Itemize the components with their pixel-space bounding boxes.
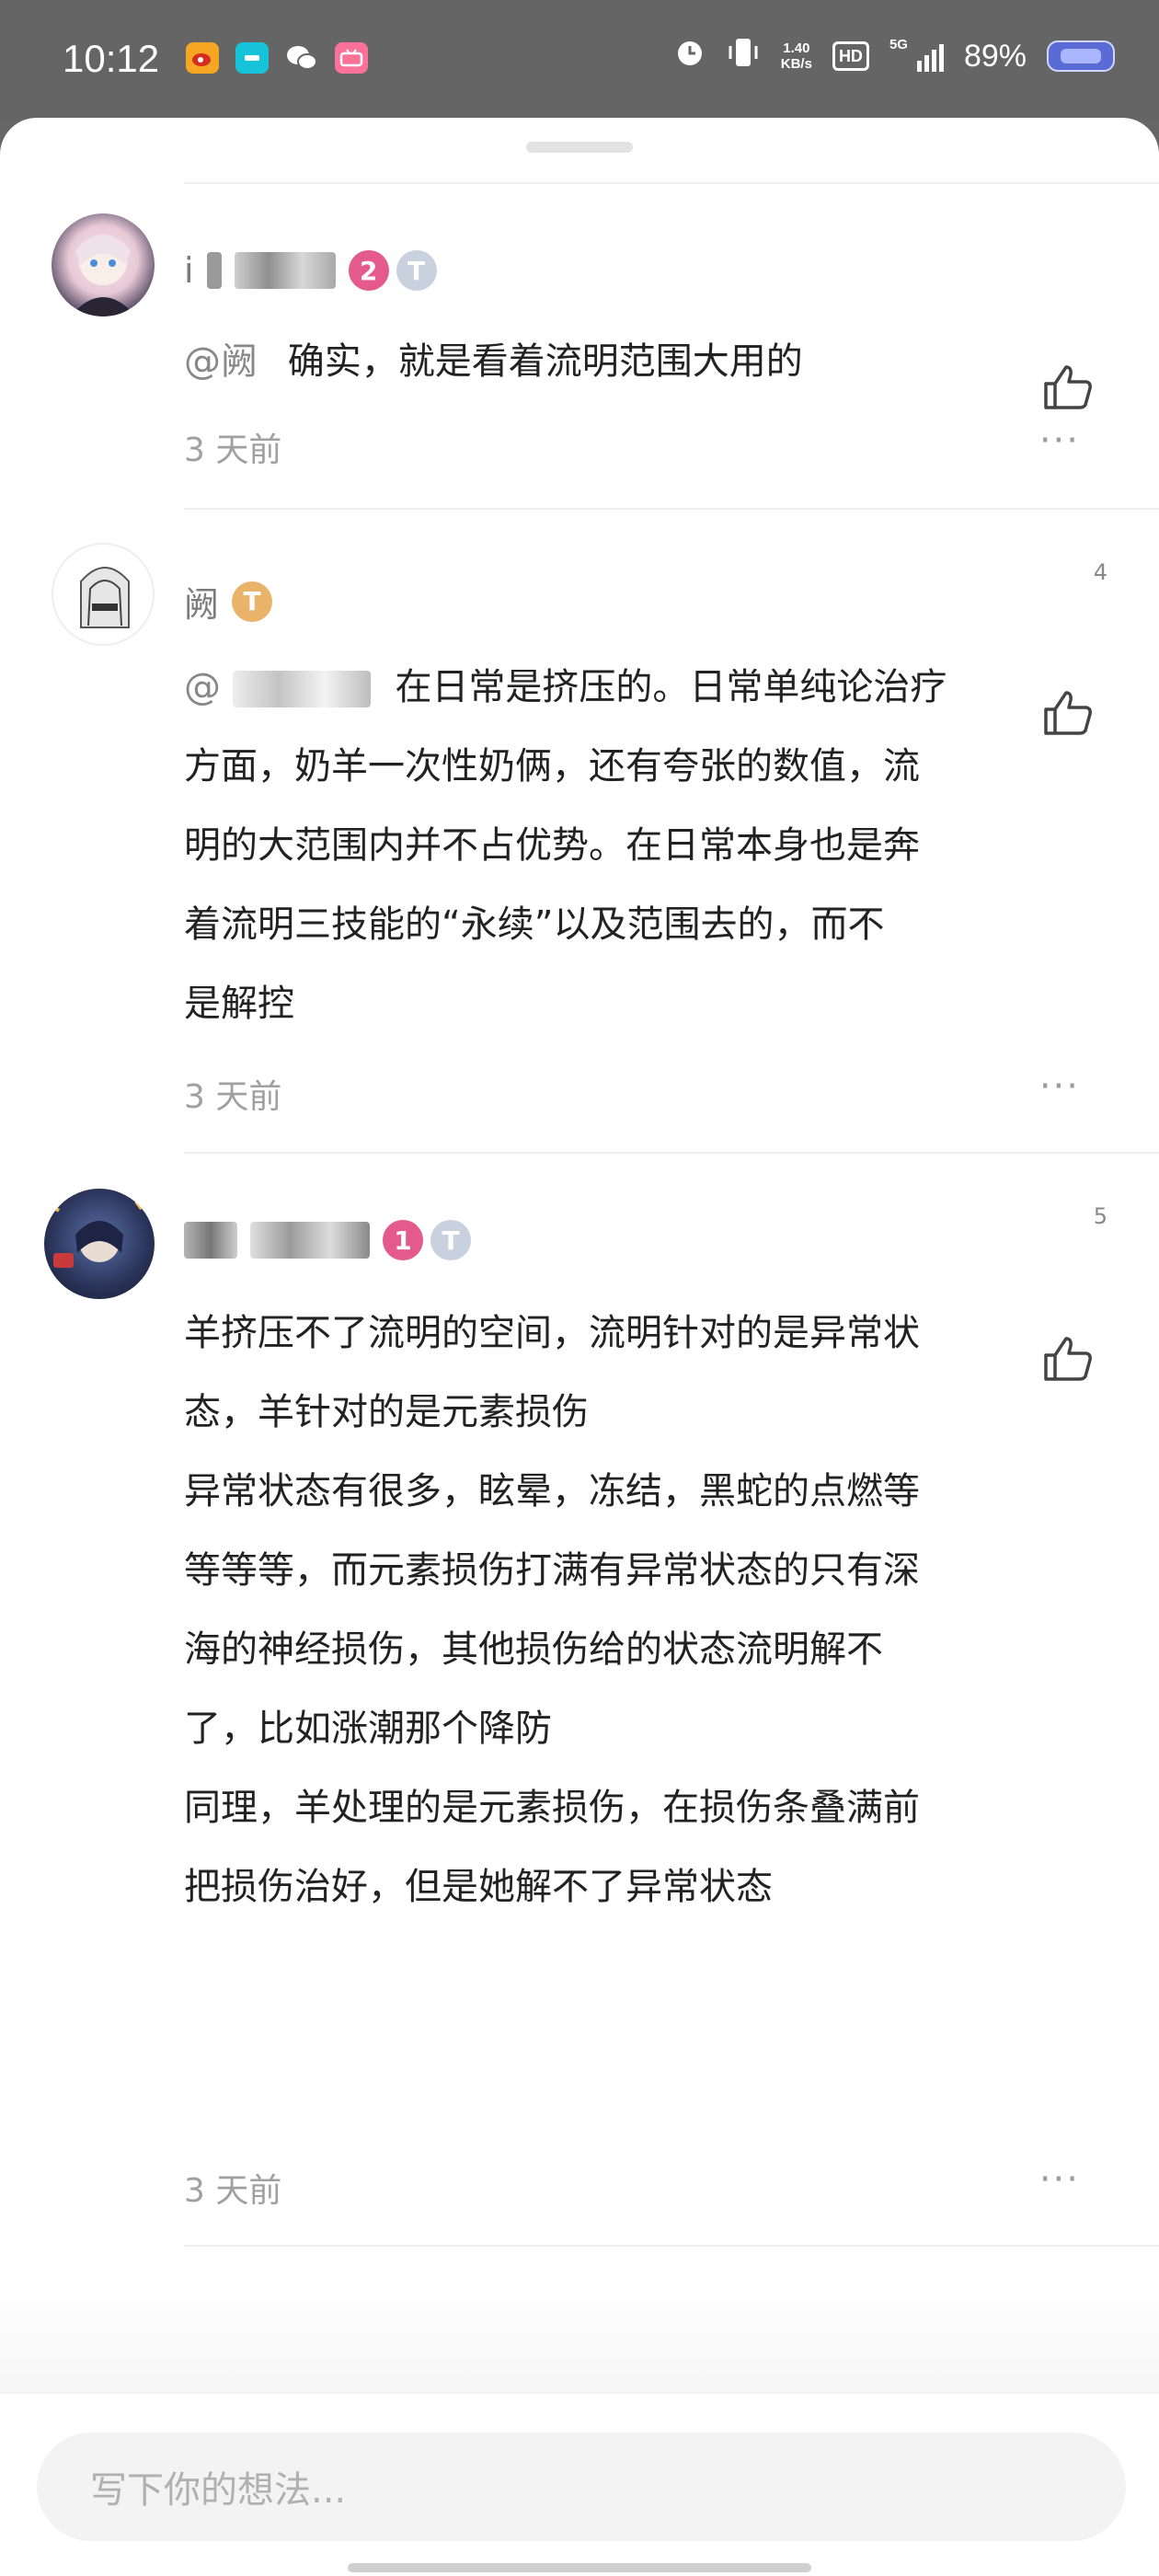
comments-sheet: i 2 T @阙 确实，就是看着流明范围大用的 3 天前 ··· 阙 T 4 @… xyxy=(0,118,1159,2576)
comment-time: 3 天前 xyxy=(184,431,282,469)
divider xyxy=(184,182,1159,184)
blurred-username xyxy=(250,1222,370,1259)
comment-header: 阙 T xyxy=(184,576,273,627)
drag-handle[interactable] xyxy=(526,142,633,153)
home-indicator[interactable] xyxy=(348,2563,811,2572)
level-badge: 1 xyxy=(383,1220,423,1260)
divider xyxy=(184,2245,1159,2247)
blurred-username xyxy=(234,252,336,289)
comment-input-bar: 写下你的想法... xyxy=(0,2392,1159,2576)
comment-line: 同理，羊处理的是元素损伤，在损伤条叠满前 xyxy=(184,1787,920,1829)
comment-text: @ 在日常是挤压的。日常单纯论治疗 方面，奶羊一次性奶俩，还有夸张的数值，流 明… xyxy=(184,648,1104,1043)
battery-icon xyxy=(1047,40,1115,72)
tier-value: T xyxy=(243,586,261,616)
network-type: 5G xyxy=(889,37,908,52)
comment-line: @ 在日常是挤压的。日常单纯论治疗 xyxy=(184,648,1104,727)
network-speed: 1.40 KB/s xyxy=(781,40,812,72)
notification-icons xyxy=(186,42,368,74)
comment-line: 把损伤治好，但是她解不了异常状态 xyxy=(184,1866,773,1908)
comment-time: 3 天前 xyxy=(184,2172,282,2210)
bilibili-icon xyxy=(335,42,368,74)
mention[interactable]: @阙 xyxy=(184,340,258,383)
more-options-icon[interactable]: ··· xyxy=(1039,2158,1080,2201)
divider xyxy=(184,508,1159,510)
blurred-username xyxy=(206,252,222,289)
tier-value: T xyxy=(407,255,426,286)
comment-text: 羊挤压不了流明的空间，流明针对的是异常状 态，羊针对的是元素损伤 异常状态有很多… xyxy=(184,1294,1104,1926)
comment-body: 确实，就是看着流明范围大用的 xyxy=(287,340,803,383)
comment-input[interactable]: 写下你的想法... xyxy=(37,2432,1126,2541)
divider xyxy=(184,1152,1159,1154)
weibo-icon xyxy=(186,42,219,74)
status-time: 10:12 xyxy=(63,37,160,80)
comment-line: 异常状态有很多，眩晕，冻结，黑蛇的点燃等 xyxy=(184,1470,920,1512)
like-count: 5 xyxy=(1093,1203,1107,1229)
comment-line: 海的神经损伤，其他损伤给的状态流明解不 xyxy=(184,1628,883,1671)
avatar[interactable] xyxy=(52,543,155,646)
comment-line: 方面，奶羊一次性奶俩，还有夸张的数值，流 xyxy=(184,745,920,788)
comment-input-placeholder: 写下你的想法... xyxy=(90,2469,347,2512)
comment-header: 1 T xyxy=(184,1220,471,1260)
level-value: 2 xyxy=(359,255,378,286)
signal-icon: 5G xyxy=(889,37,944,72)
username[interactable]: 阙 xyxy=(184,576,219,627)
comment-line: 明的大范围内并不占优势。在日常本身也是奔 xyxy=(184,824,920,867)
comment-line: 羊挤压不了流明的空间，流明针对的是异常状 xyxy=(184,1312,920,1354)
comment-header: i 2 T xyxy=(184,250,437,291)
mention[interactable]: @ xyxy=(184,666,221,708)
comment-line: 等等等，而元素损伤打满有异常状态的只有深 xyxy=(184,1549,920,1592)
avatar[interactable] xyxy=(52,213,155,316)
comment-text: @阙 确实，就是看着流明范围大用的 xyxy=(184,322,1104,401)
like-count: 4 xyxy=(1093,559,1107,585)
comment-time: 3 天前 xyxy=(184,1078,282,1116)
tier-badge: T xyxy=(232,581,273,622)
status-bar: 10:12 1.40 KB/s HD 5G 89% xyxy=(0,0,1159,120)
wechat-icon xyxy=(285,42,318,74)
comment-line: 着流明三技能的“永续”以及范围去的，而不 xyxy=(184,903,885,946)
tier-badge: T xyxy=(430,1220,471,1260)
comment-body: 在日常是挤压的。日常单纯论治疗 xyxy=(395,666,947,708)
battery-percent: 89% xyxy=(963,38,1027,74)
app-icon xyxy=(235,42,269,74)
vibrate-icon xyxy=(726,37,761,75)
comment-line: 是解控 xyxy=(184,983,294,1025)
list-fade xyxy=(0,2282,1159,2392)
more-options-icon[interactable]: ··· xyxy=(1039,420,1080,462)
level-value: 1 xyxy=(394,1225,412,1256)
username[interactable]: i xyxy=(184,250,194,291)
comment-line: 态，羊针对的是元素损伤 xyxy=(184,1391,589,1433)
more-options-icon[interactable]: ··· xyxy=(1039,1065,1080,1108)
alarm-icon xyxy=(674,37,706,75)
blurred-username xyxy=(184,1222,237,1259)
tier-badge: T xyxy=(396,250,437,291)
level-badge: 2 xyxy=(348,250,389,291)
hd-badge: HD xyxy=(832,41,869,71)
network-speed-value: 1.40 xyxy=(783,40,810,56)
comment-line: 了，比如涨潮那个降防 xyxy=(184,1708,552,1750)
blurred-mention xyxy=(232,671,371,707)
system-status: 1.40 KB/s HD 5G 89% xyxy=(674,37,1115,75)
avatar[interactable] xyxy=(44,1189,155,1299)
network-speed-unit: KB/s xyxy=(780,56,812,72)
tier-value: T xyxy=(442,1225,460,1256)
